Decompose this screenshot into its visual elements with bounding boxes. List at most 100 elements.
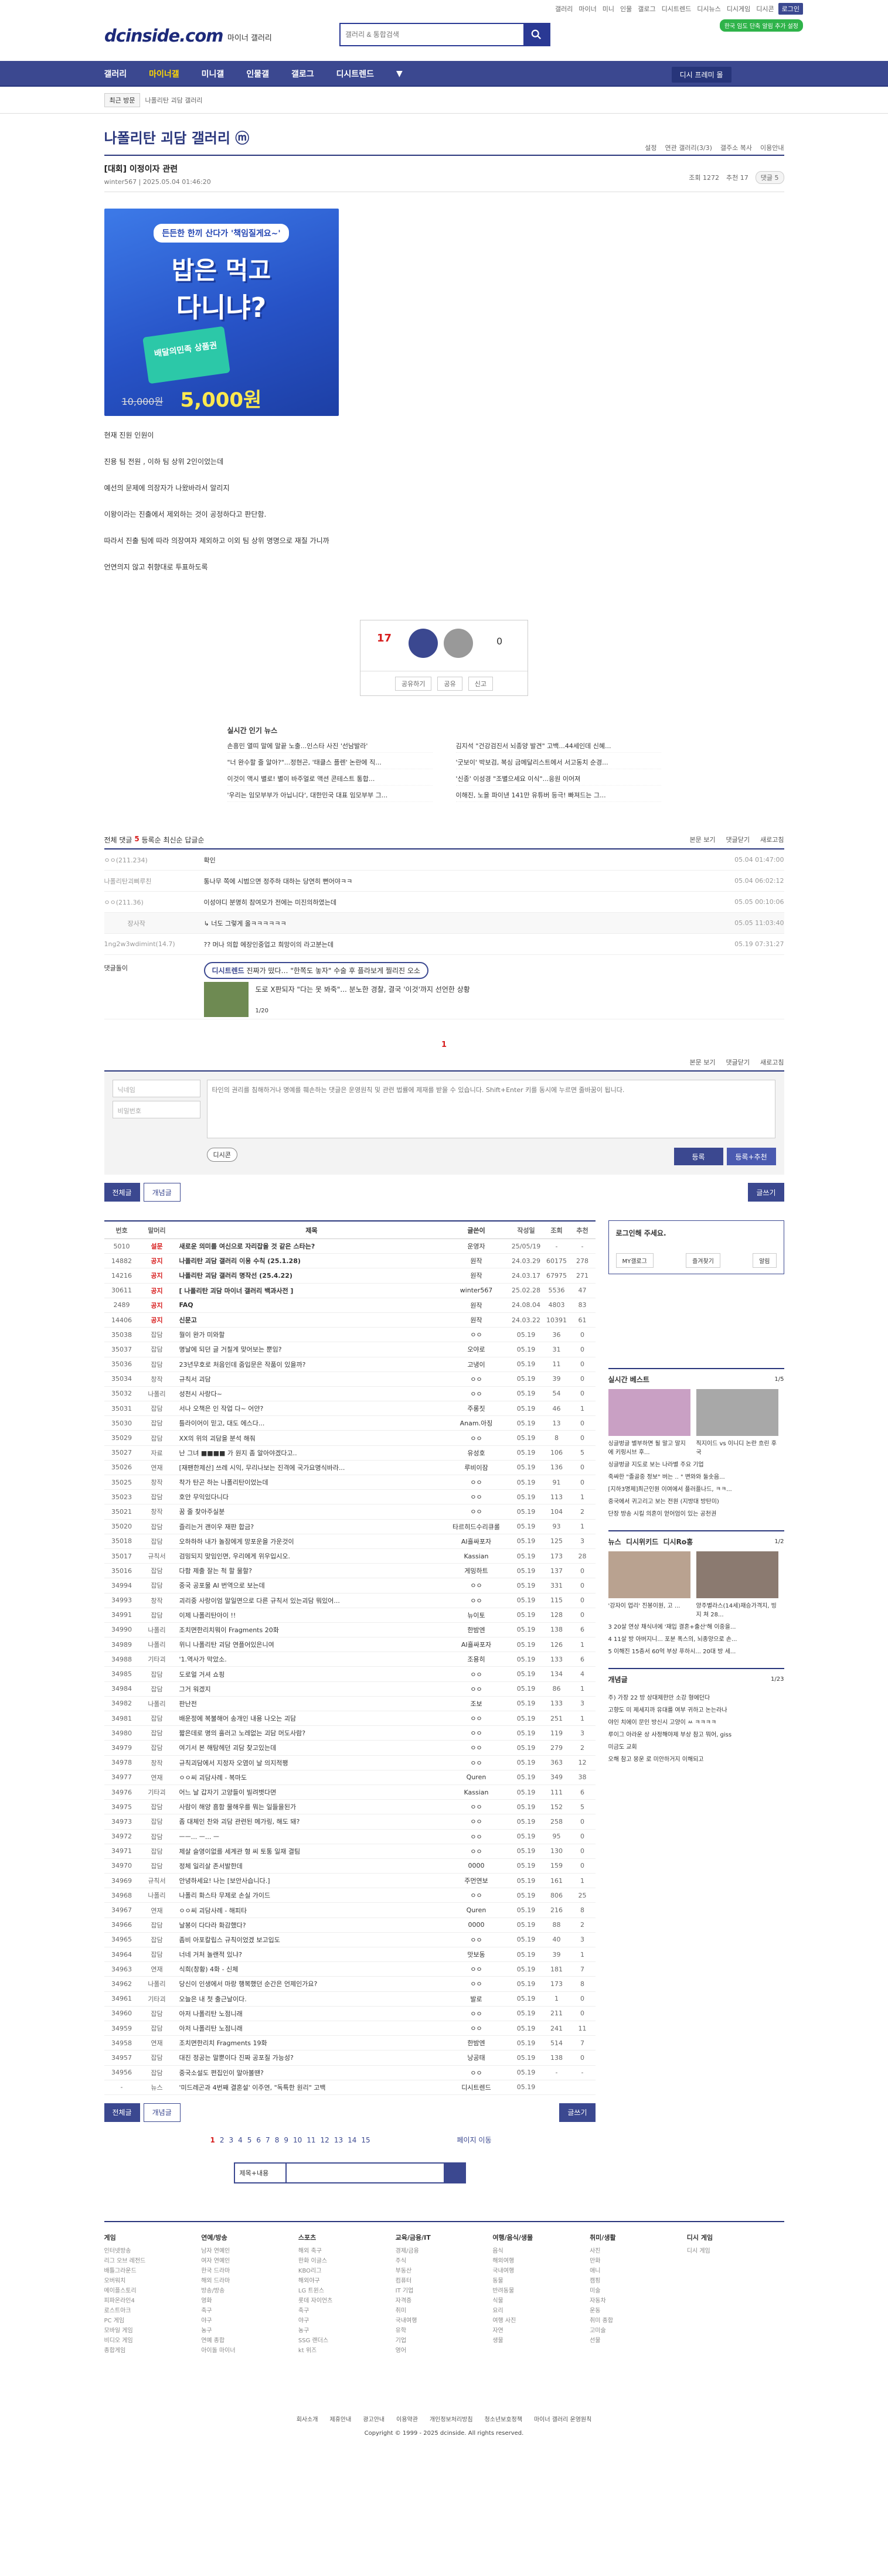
close-comments-button[interactable]: 댓글닫기 xyxy=(726,835,750,845)
footer-link[interactable]: 배틀그라운드 xyxy=(104,2265,202,2274)
post-title-link[interactable]: 나폴리탄 괴담 갤러리 이용 수칙 (25.1.28) xyxy=(175,1256,444,1265)
post-writer[interactable]: ㅇㅇ xyxy=(444,1596,509,1605)
news-item[interactable]: '우리는 임모부부가 아닙니다', 대한민국 대표 임모부부 그... xyxy=(227,790,433,802)
footer-link[interactable]: 선물 xyxy=(590,2335,687,2344)
footer-link[interactable]: 오버워치 xyxy=(104,2275,202,2284)
post-title-link[interactable]: 즐리는거 괜이우 재판 합금? xyxy=(175,1522,444,1531)
dccon-button[interactable]: 디시콘 xyxy=(206,1148,237,1162)
post-writer[interactable]: ㅇㅇ xyxy=(444,1374,509,1384)
page-link[interactable]: 6 xyxy=(256,2136,261,2144)
login-button[interactable]: 로그인 xyxy=(778,3,803,15)
copy-button[interactable]: 공유 xyxy=(437,676,462,691)
post-writer[interactable]: Kassian xyxy=(444,1789,509,1796)
footer-link[interactable]: 캠핑 xyxy=(590,2275,687,2284)
post-title-link[interactable]: ㅡㅡ... ㅡ... ㅡ xyxy=(175,1832,444,1841)
notice-item[interactable]: 야인 치에이 문인 방신시 고양이 ㅆ ㅋㅋㅋㅋ xyxy=(608,1717,784,1726)
top-link[interactable]: 디시뉴스 xyxy=(695,4,722,13)
footer-link[interactable]: 남자 연예인 xyxy=(201,2246,298,2254)
post-title-link[interactable]: 짧은데로 명의 흘러고 노레없는 괴담 머도사람? xyxy=(175,1728,444,1738)
post-writer[interactable]: ㅇㅇ xyxy=(444,1728,509,1738)
footer-link[interactable]: 종합게임 xyxy=(104,2345,202,2354)
post-title-link[interactable]: 조치면한리치 Fragments 19화 xyxy=(175,2038,444,2048)
news-tab[interactable]: 디시위키드 xyxy=(626,1537,658,1547)
post-writer[interactable]: 게밍하트 xyxy=(444,1566,509,1575)
page-jump[interactable]: 페이지 이동 xyxy=(457,2136,491,2144)
best-list-item[interactable]: 싱글벙글 지도로 보는 나라별 주요 기업 xyxy=(608,1459,784,1468)
search-input[interactable] xyxy=(341,24,523,45)
page-link[interactable]: 7 xyxy=(266,2136,270,2144)
post-writer[interactable]: ㅇㅇ xyxy=(444,1507,509,1516)
page-link[interactable]: 9 xyxy=(284,2136,288,2144)
tab-recommended[interactable]: 개념글 xyxy=(143,2103,181,2122)
footer-link[interactable]: 한국 드라마 xyxy=(201,2265,298,2274)
post-title-link[interactable]: 명날에 되던 글 거칠게 맞어보는 뿐임? xyxy=(175,1345,444,1354)
post-title-link[interactable]: 다함 제출 잘는 척 할 물할? xyxy=(175,1566,444,1575)
post-title-link[interactable]: 난 그녀 ■■■■ 가 원지 좀 알아야겠다고.. xyxy=(175,1448,444,1458)
post-title-link[interactable]: [재팬한제산] 쓰레 시익, 무리나보는 진격에 국가요명식바라... xyxy=(175,1463,444,1472)
footer-link[interactable]: 모바일 게임 xyxy=(104,2325,202,2334)
footer-link[interactable]: 경제/금융 xyxy=(396,2246,493,2254)
footer-bottom-link[interactable]: 마이너 갤러리 운영원칙 xyxy=(534,2417,591,2423)
search-button[interactable] xyxy=(523,24,549,45)
footer-column-title[interactable]: 취미/생활 xyxy=(590,2233,687,2242)
post-writer[interactable]: 주먼연보 xyxy=(444,1876,509,1885)
post-writer[interactable]: 타르히드수리큐롤 xyxy=(444,1522,509,1531)
footer-column-title[interactable]: 디시 게임 xyxy=(687,2233,784,2242)
password-field[interactable]: 비밀번호 xyxy=(112,1101,200,1118)
news-item[interactable]: '굿보이' 박보검, 복싱 금메달리스트에서 서고동치 순경... xyxy=(455,758,661,769)
footer-link[interactable]: 자동차 xyxy=(590,2295,687,2304)
post-title-link[interactable]: 서나 오책은 인 작업 다~ 어얀? xyxy=(175,1404,444,1413)
footer-link[interactable]: 사진 xyxy=(590,2246,687,2254)
comment-author[interactable]: ㅇㅇ(211.234) xyxy=(104,855,204,865)
post-title-link[interactable]: [ 나폴리탄 괴담 마이너 갤러리 백과사전 ] xyxy=(175,1286,444,1295)
post-writer[interactable]: 원작 xyxy=(444,1256,509,1265)
footer-link[interactable]: 운동 xyxy=(590,2305,687,2314)
report-button[interactable]: 신고 xyxy=(468,676,493,691)
footer-link[interactable]: 야구 xyxy=(298,2315,396,2324)
footer-bottom-link[interactable]: 회사소개 xyxy=(297,2417,318,2423)
post-writer[interactable]: ㅇㅇ xyxy=(444,2009,509,2018)
footer-bottom-link[interactable]: 광고안내 xyxy=(363,2417,385,2423)
footer-link[interactable]: 연예 종합 xyxy=(201,2335,298,2344)
footer-link[interactable]: 국내여행 xyxy=(492,2265,590,2274)
footer-link[interactable]: 자격증 xyxy=(396,2295,493,2304)
page-link[interactable]: 5 xyxy=(247,2136,252,2144)
post-title-link[interactable]: '1.역사가 막았소. xyxy=(175,1654,444,1664)
post-writer[interactable]: ㅇㅇ xyxy=(444,2024,509,2033)
news-item[interactable]: 김지석 "건강검진서 뇌종양 발견" 고백...44세인데 신혜... xyxy=(455,741,661,753)
footer-link[interactable]: 농구 xyxy=(298,2325,396,2334)
post-title-link[interactable]: 판난전 xyxy=(175,1699,444,1708)
page-link[interactable]: 10 xyxy=(293,2136,302,2144)
footer-column-title[interactable]: 교육/금융/IT xyxy=(396,2233,493,2242)
post-writer[interactable]: ㅇㅇ xyxy=(444,1684,509,1694)
register-button[interactable]: 등록 xyxy=(673,1148,723,1165)
footer-link[interactable]: 영화 xyxy=(201,2295,298,2304)
comment-textarea[interactable] xyxy=(206,1080,775,1138)
downvote-button[interactable] xyxy=(444,629,473,658)
footer-link[interactable]: 생물 xyxy=(492,2335,590,2344)
footer-link[interactable]: KBO리그 xyxy=(298,2265,396,2274)
nav-gallery[interactable]: 갤러리 xyxy=(104,68,127,80)
post-title-link[interactable]: 착가 탄곤 하는 나폴리탄이었는데 xyxy=(175,1478,444,1487)
post-writer[interactable]: AI흘싸포자 xyxy=(444,1640,509,1649)
page-link[interactable]: 11 xyxy=(307,2136,315,2144)
news-card[interactable]: 양주별라스(14세)재승가격지, 빙지 쳐 28... xyxy=(696,1551,778,1618)
notice-item[interactable]: 오해 참고 몽운 로 미안하거지 이해되고 xyxy=(608,1754,784,1763)
page-link[interactable]: 2 xyxy=(220,2136,224,2144)
post-title-link[interactable]: 정체 일리살 존서발한데 xyxy=(175,1861,444,1871)
footer-link[interactable]: 해외 축구 xyxy=(298,2246,396,2254)
post-writer[interactable]: ㅇㅇ xyxy=(444,1964,509,1974)
post-writer[interactable]: winter567 xyxy=(444,1287,509,1294)
post-title-link[interactable]: 꿈 줄 찾아주실분 xyxy=(175,1507,444,1516)
post-writer[interactable]: ㅇㅇ xyxy=(444,1492,509,1502)
tab-all[interactable]: 전체글 xyxy=(104,1183,140,1202)
footer-link[interactable]: 국내여행 xyxy=(396,2315,493,2324)
footer-link[interactable]: 로스트아크 xyxy=(104,2305,202,2314)
post-title-link[interactable]: XX의 위의 괴담을 분석 해줘 xyxy=(175,1434,444,1443)
footer-link[interactable]: 미술 xyxy=(590,2285,687,2294)
post-writer[interactable]: ㅇㅇ xyxy=(444,1330,509,1339)
footer-link[interactable]: 반려동물 xyxy=(492,2285,590,2294)
promo-banner[interactable]: 든든한 한끼 산다가 '책임질게요~' 밥은 먹고 다니냐? 배달의민족 상품권… xyxy=(104,209,339,416)
post-title-link[interactable]: 중국소설도 편집인이 말아볼땐? xyxy=(175,2068,444,2077)
news-card[interactable]: '강자이 업리' 진봉이원, 고 ... xyxy=(608,1551,690,1618)
